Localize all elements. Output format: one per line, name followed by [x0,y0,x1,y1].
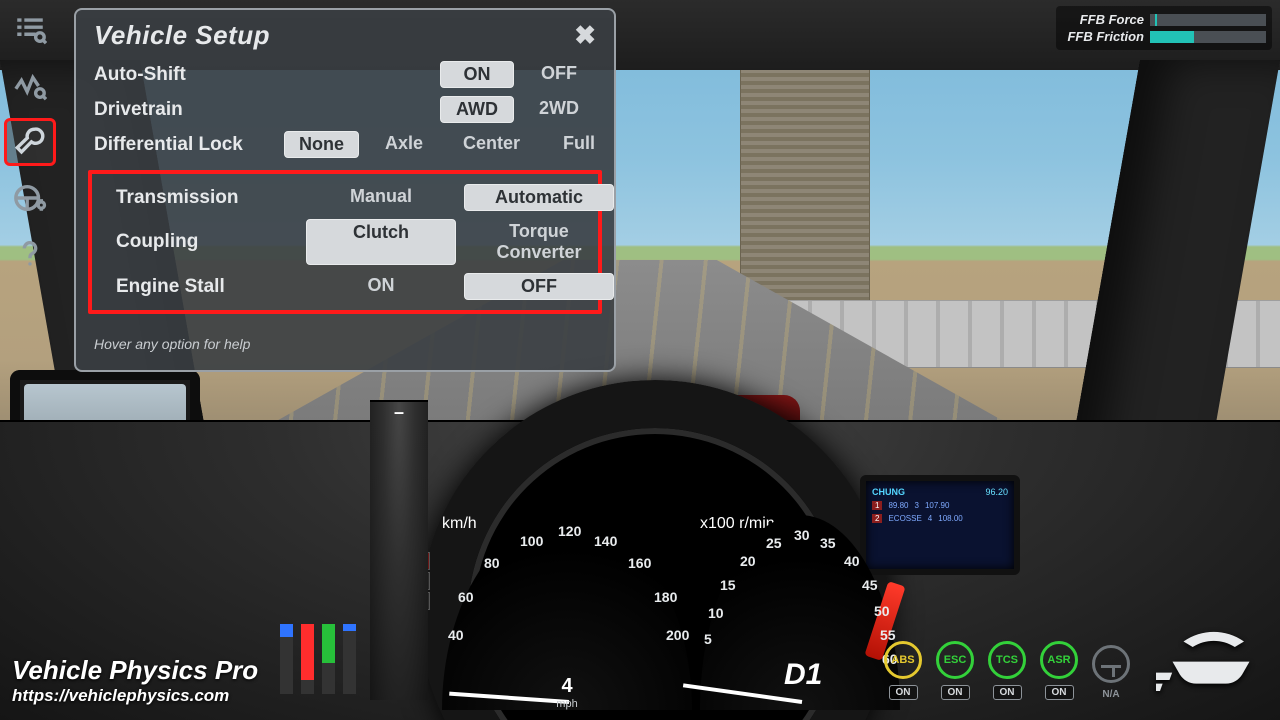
assist-abs: ABS ON [884,641,922,700]
ai-car-ahead [620,395,800,440]
setup-choices: ON OFF [284,61,596,88]
help-icon [13,237,47,271]
option-manual[interactable]: Manual [306,184,456,211]
assist-esc-toggle[interactable]: ON [941,685,970,700]
setup-label: Coupling [116,231,296,253]
ffb-force-bar [1150,14,1266,26]
option-automatic[interactable]: Automatic [464,184,614,211]
setup-row-transmission: TransmissionManualAutomatic [98,180,592,215]
vehicle-setup-panel: Vehicle Setup ✖ Auto-Shift ON OFF Drivetrai… [74,8,616,372]
brand-url: https://vehiclephysics.com [12,686,258,706]
driving-aids-button[interactable] [4,174,56,222]
wrench-icon [13,125,47,159]
option-awd[interactable]: AWD [440,96,514,123]
setup-choices: ClutchTorque Converter [306,219,614,265]
graph-button[interactable] [4,62,56,110]
option-clutch[interactable]: Clutch [306,219,456,265]
setup-row-coupling: CouplingClutchTorque Converter [98,215,592,269]
assist-asr-toggle[interactable]: ON [1045,685,1074,700]
setup-label: Drivetrain [94,99,274,121]
setup-row-auto-shift: Auto-Shift ON OFF [76,57,614,92]
ffb-force-label: FFB Force [1062,12,1144,27]
option-off[interactable]: OFF [464,273,614,300]
setup-choices: AWD 2WD [284,96,596,123]
close-icon: ✖ [574,20,596,50]
pedal-bars [280,622,356,694]
steer-assist-icon [1092,645,1130,683]
assist-asr: ASR ON [1040,641,1078,700]
telemetry-list-icon [13,13,47,47]
assist-tcs: TCS ON [988,641,1026,700]
assist-abs-toggle[interactable]: ON [889,685,918,700]
steering-aid-icon [13,181,47,215]
pedal-bar-clutch [280,624,293,694]
highlighted-settings-group: TransmissionManualAutomaticCouplingClutc… [88,170,602,314]
assist-steer: N/A [1092,645,1130,700]
abs-ring-icon: ABS [884,641,922,679]
tcs-ring-icon: TCS [988,641,1026,679]
setup-row-differential-lock: Differential Lock None Axle Center Full [76,127,614,162]
setup-choices: Manual Automatic [306,184,614,211]
setup-row-engine-stall: Engine StallONOFF [98,269,592,304]
pedal-bar-throttle [322,624,335,694]
setup-label: Engine Stall [116,276,296,298]
ffb-panel: FFB Force FFB Friction [1056,6,1272,50]
assist-steer-na: N/A [1102,689,1119,700]
setup-label: Auto-Shift [94,64,274,86]
skyscraper [740,60,870,310]
setup-row-drivetrain: Drivetrain AWD 2WD [76,92,614,127]
option-2wd[interactable]: 2WD [522,96,596,123]
ffb-friction-bar [1150,31,1266,43]
brand-title: Vehicle Physics Pro [12,655,258,686]
option-none[interactable]: None [284,131,359,158]
ffb-friction-label: FFB Friction [1062,29,1144,44]
product-branding: Vehicle Physics Pro https://vehiclephysi… [12,655,258,706]
esc-ring-icon: ESC [936,641,974,679]
pedal-bar-hand [343,624,356,694]
option-center[interactable]: Center [449,131,534,158]
graph-icon [13,69,47,103]
gear-indicator-column: M L P – R – N – D [370,606,428,700]
setup-choices: None Axle Center Full [284,131,616,158]
option-on[interactable]: ON [440,61,514,88]
pedal-bar-brake [301,624,314,694]
assist-esc: ESC ON [936,641,974,700]
left-toolbar [4,6,60,278]
driver-assist-row: ABS ON ESC ON TCS ON ASR ON N/A [884,641,1130,700]
asr-ring-icon: ASR [1040,641,1078,679]
vehicle-setup-button[interactable] [4,118,56,166]
help-button[interactable] [4,230,56,278]
vpp-logo [1156,619,1266,702]
option-off[interactable]: OFF [522,61,596,88]
option-full[interactable]: Full [542,131,616,158]
option-on[interactable]: ON [306,273,456,300]
panel-title: Vehicle Setup [94,20,270,51]
setup-label: Transmission [116,187,296,209]
assist-tcs-toggle[interactable]: ON [993,685,1022,700]
telemetry-list-button[interactable] [4,6,56,54]
option-axle[interactable]: Axle [367,131,441,158]
panel-help-text: Hover any option for help [76,318,614,356]
option-torque-converter[interactable]: Torque Converter [464,219,614,265]
setup-choices: ON OFF [306,273,614,300]
setup-label: Differential Lock [94,134,274,156]
close-button[interactable]: ✖ [574,20,596,51]
vpp-logo-icon [1156,619,1266,697]
